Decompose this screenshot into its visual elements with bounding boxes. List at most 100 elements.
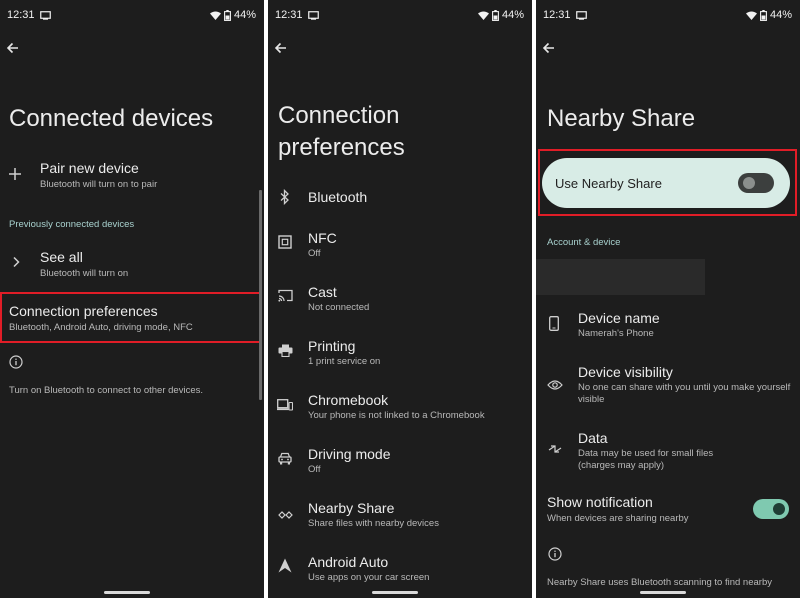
pref-item-nearby-share[interactable]: Nearby Share Share files with nearby dev… [268, 496, 532, 532]
pair-new-device-item[interactable]: Pair new device Bluetooth will turn on t… [0, 158, 264, 194]
pref-item-subtitle: Off [308, 464, 321, 475]
data-item[interactable]: Data Data may be used for small files (c… [536, 428, 800, 472]
scrollbar[interactable] [259, 190, 262, 400]
device-visibility-item[interactable]: Device visibility No one can share with … [536, 362, 800, 406]
car-icon [278, 452, 294, 468]
battery-percent: 44% [501, 9, 524, 21]
status-time: 12:31 [543, 9, 571, 21]
show-notification-title: Show notification [547, 494, 653, 510]
highlight-box [0, 292, 262, 343]
back-button[interactable] [273, 40, 289, 56]
highlight-box [538, 149, 797, 216]
status-time: 12:31 [7, 9, 35, 21]
pref-item-title: NFC [308, 230, 337, 246]
device-name-subtitle: Namerah's Phone [578, 328, 654, 339]
toggle-knob [773, 503, 785, 515]
pref-item-printing[interactable]: Printing 1 print service on [268, 334, 532, 370]
nfc-icon [278, 235, 294, 251]
pref-item-title: Driving mode [308, 446, 391, 462]
see-all-subtitle: Bluetooth will turn on [40, 268, 129, 279]
show-notification-item[interactable]: Show notification When devices are shari… [536, 494, 800, 530]
home-indicator[interactable] [104, 591, 150, 594]
page-title: Nearby Share [547, 105, 696, 132]
pref-item-android-auto[interactable]: Android Auto Use apps on your car screen [268, 550, 532, 586]
data-subtitle-1: Data may be used for small files [578, 448, 714, 459]
data-title: Data [578, 430, 608, 446]
status-time: 12:31 [275, 9, 303, 21]
nearby-share-screen: 12:31 44% Nearby Share Use Nearby Share … [536, 0, 800, 598]
back-button[interactable] [5, 40, 21, 56]
footer-text: Nearby Share uses Bluetooth scanning to … [547, 577, 772, 588]
show-notification-subtitle: When devices are sharing nearby [547, 513, 689, 524]
pref-item-subtitle: Share files with nearby devices [308, 518, 439, 529]
battery-icon [492, 9, 499, 21]
battery-icon [760, 9, 767, 21]
battery-icon [224, 9, 231, 21]
arrow-back-icon [542, 42, 554, 54]
eye-icon [547, 377, 563, 393]
pref-item-subtitle: Your phone is not linked to a Chromebook [308, 410, 485, 421]
info-icon [548, 547, 562, 566]
account-placeholder[interactable] [536, 259, 705, 295]
info-icon [9, 355, 23, 374]
pair-new-device-subtitle: Bluetooth will turn on to pair [40, 179, 158, 190]
pref-item-subtitle: Not connected [308, 302, 370, 313]
section-header-account: Account & device [547, 237, 621, 248]
pref-item-subtitle: Off [308, 248, 321, 259]
status-bar: 12:31 44% [275, 8, 524, 22]
battery-percent: 44% [769, 9, 792, 21]
show-notification-toggle[interactable] [753, 499, 789, 519]
pref-item-subtitle: 1 print service on [308, 356, 381, 367]
pref-item-title: Printing [308, 338, 356, 354]
pref-item-cast[interactable]: Cast Not connected [268, 280, 532, 316]
see-all-title: See all [40, 249, 83, 265]
home-indicator[interactable] [640, 591, 686, 594]
status-bar: 12:31 44% [543, 8, 792, 22]
page-title-line1: Connection [278, 102, 400, 129]
pref-item-driving-mode[interactable]: Driving mode Off [268, 442, 532, 478]
nearby-share-icon [278, 507, 294, 523]
wifi-icon [745, 11, 757, 20]
info-text: Turn on Bluetooth to connect to other de… [9, 385, 203, 396]
back-button[interactable] [541, 40, 557, 56]
page-title-line2: preferences [278, 134, 405, 161]
see-all-item[interactable]: See all Bluetooth will turn on [0, 246, 264, 282]
pref-item-title: Android Auto [308, 554, 389, 570]
device-name-title: Device name [578, 310, 660, 326]
screen-icon [307, 10, 319, 20]
device-visibility-title: Device visibility [578, 364, 673, 380]
data-subtitle-2: (charges may apply) [578, 460, 665, 471]
pref-item-subtitle: Use apps on your car screen [308, 572, 430, 583]
pref-item-title: Bluetooth [308, 189, 368, 205]
pref-item-title: Nearby Share [308, 500, 395, 516]
printer-icon [278, 344, 294, 360]
device-visibility-subtitle-2: visible [578, 394, 605, 405]
home-indicator[interactable] [372, 591, 418, 594]
pref-item-title: Cast [308, 284, 337, 300]
screen-icon [39, 10, 51, 20]
arrow-back-icon [6, 42, 18, 54]
pref-item-bluetooth[interactable]: Bluetooth [268, 186, 532, 210]
arrow-back-icon [274, 42, 286, 54]
chevron-right-icon [9, 255, 25, 271]
android-auto-icon [278, 558, 294, 574]
pref-item-title: Chromebook [308, 392, 389, 408]
pref-item-chromebook[interactable]: Chromebook Your phone is not linked to a… [268, 388, 532, 424]
pref-item-nfc[interactable]: NFC Off [268, 226, 532, 262]
phone-icon [549, 316, 565, 332]
device-visibility-subtitle-1: No one can share with you until you make… [578, 382, 791, 393]
device-name-item[interactable]: Device name Namerah's Phone [536, 308, 800, 344]
bluetooth-icon [278, 188, 294, 206]
plus-icon [8, 167, 24, 183]
battery-percent: 44% [233, 9, 256, 21]
section-header-previous: Previously connected devices [9, 219, 135, 230]
wifi-icon [477, 11, 489, 20]
data-transfer-icon [548, 442, 564, 458]
page-title: Connected devices [9, 105, 214, 132]
status-bar: 12:31 44% [7, 8, 256, 22]
pair-new-device-title: Pair new device [40, 160, 139, 176]
connection-preferences-screen: 12:31 44% Connection preferences Bluetoo… [268, 0, 532, 598]
chromebook-icon [277, 398, 294, 414]
connected-devices-screen: 12:31 44% Connected devices Pair new dev… [0, 0, 264, 598]
screen-icon [575, 10, 587, 20]
